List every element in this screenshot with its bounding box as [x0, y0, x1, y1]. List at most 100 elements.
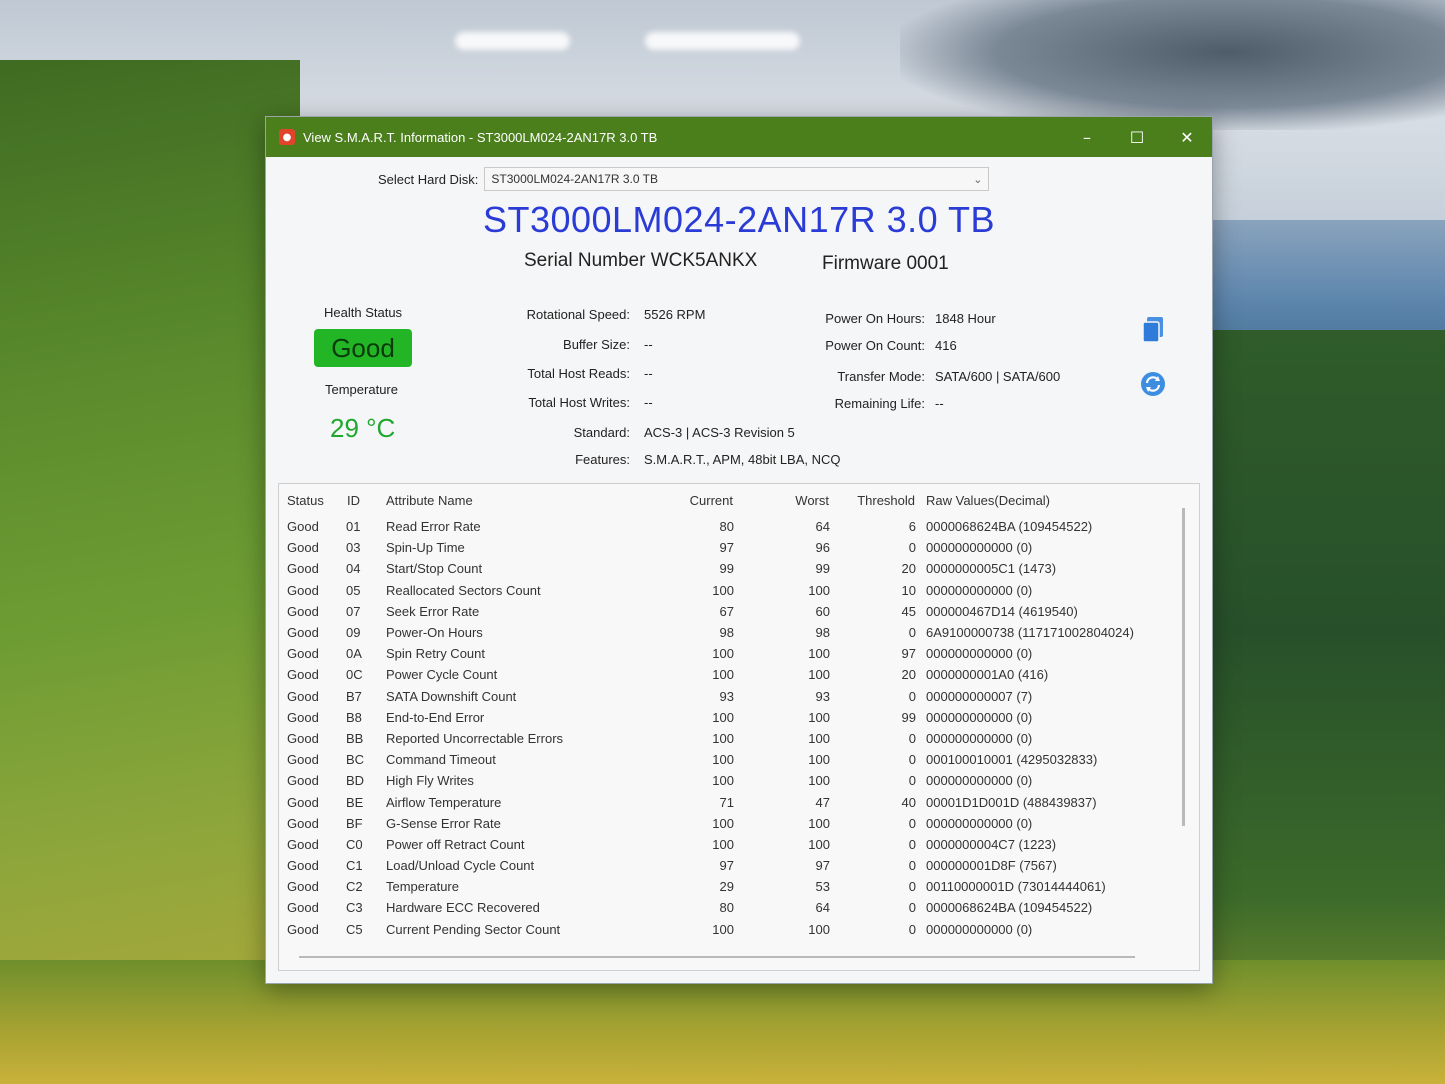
cell-id: 0A: [346, 646, 362, 662]
table-row[interactable]: Good 09 Power-On Hours 98 98 0 6A9100000738 (1…: [279, 622, 1134, 643]
cell-id: B8: [346, 709, 362, 725]
power-on-count-label: Power On Count:: [825, 338, 925, 353]
table-row[interactable]: Good 07 Seek Error Rate 67 60 45 000000467D14 …: [279, 601, 1134, 622]
horizontal-scrollbar[interactable]: [299, 956, 1135, 958]
table-row[interactable]: Good BB Reported Uncorrectable Errors 100 10…: [279, 728, 1134, 749]
cell-worst: 100: [808, 752, 830, 768]
cell-current: 93: [719, 688, 734, 704]
chevron-down-icon: ⌄: [973, 173, 983, 186]
cell-current: 100: [712, 582, 734, 598]
cell-id: BB: [346, 730, 364, 746]
table-row[interactable]: Good BE Airflow Temperature 71 47 40 00001D1D0…: [279, 791, 1134, 812]
total-host-reads-label: Total Host Reads:: [527, 366, 630, 381]
table-row[interactable]: Good 04 Start/Stop Count 99 99 20 0000000005C1…: [279, 558, 1134, 579]
cell-status: Good: [287, 625, 319, 641]
cell-worst: 60: [815, 603, 830, 619]
maximize-button[interactable]: ☐: [1112, 117, 1162, 157]
serial-number: Serial Number WCK5ANKX: [524, 250, 758, 271]
cell-status: Good: [287, 646, 319, 662]
refresh-icon[interactable]: [1139, 369, 1167, 399]
health-status-label: Health Status: [324, 305, 403, 320]
cell-threshold: 20: [901, 561, 916, 577]
smart-attributes-table[interactable]: Status ID Attribute Name Current Worst T…: [278, 483, 1200, 971]
features-value: S.M.A.R.T., APM, 48bit LBA, NCQ: [644, 452, 841, 467]
cell-raw-value: 00110000001D (73014444061): [926, 879, 1106, 895]
rotational-speed-label: Rotational Speed:: [526, 307, 630, 322]
cell-status: Good: [287, 667, 319, 683]
drive-model-title: ST3000LM024-2AN17R 3.0 TB: [482, 199, 996, 240]
cell-attribute-name: Power off Retract Count: [386, 836, 525, 852]
remaining-life-row: Remaining Life: --: [796, 396, 944, 411]
cell-threshold: 40: [901, 794, 916, 810]
table-row[interactable]: Good BC Command Timeout 100 100 0 000100010001…: [279, 749, 1134, 770]
cell-threshold: 0: [908, 900, 916, 916]
column-header-attribute-name[interactable]: Attribute Name: [380, 484, 652, 516]
table-row[interactable]: Good C3 Hardware ECC Recovered 80 64 0 0000068…: [279, 897, 1134, 918]
cell-threshold: 10: [901, 582, 916, 598]
cell-attribute-name: Airflow Temperature: [386, 794, 502, 810]
power-on-count-row: Power On Count: 416: [796, 338, 957, 353]
column-header-status[interactable]: Status: [279, 484, 346, 516]
cell-threshold: 0: [908, 688, 916, 704]
cell-threshold: 0: [908, 773, 916, 789]
cell-id: BF: [346, 815, 363, 831]
cell-threshold: 45: [901, 603, 916, 619]
table-row[interactable]: Good C0 Power off Retract Count 100 100 0 0000…: [279, 834, 1134, 855]
minimize-button[interactable]: –: [1062, 117, 1112, 157]
cell-current: 100: [712, 921, 734, 937]
column-header-current[interactable]: Current: [652, 484, 734, 516]
column-header-id[interactable]: ID: [346, 484, 380, 516]
cell-attribute-name: Power-On Hours: [386, 625, 483, 641]
power-on-hours-label: Power On Hours:: [825, 311, 925, 326]
cell-worst: 47: [815, 794, 830, 810]
cell-current: 99: [719, 561, 734, 577]
cell-worst: 98: [815, 625, 830, 641]
temperature-label: Temperature: [325, 382, 398, 397]
cell-raw-value: 000000000007 (7): [926, 688, 1033, 704]
cell-id: BD: [346, 773, 365, 789]
column-header-threshold[interactable]: Threshold: [830, 484, 916, 516]
table-row[interactable]: Good 05 Reallocated Sectors Count 100 100 10 0…: [279, 580, 1134, 601]
cell-attribute-name: Seek Error Rate: [386, 603, 480, 619]
cell-id: C2: [346, 879, 363, 895]
table-row[interactable]: Good BF G-Sense Error Rate 100 100 0 000000000…: [279, 813, 1134, 834]
transfer-mode-value: SATA/600 | SATA/600: [935, 369, 1061, 384]
column-header-worst[interactable]: Worst: [734, 484, 830, 516]
cell-id: C3: [346, 900, 363, 916]
table-row[interactable]: Good C5 Current Pending Sector Count 100 100…: [279, 919, 1134, 940]
table-row[interactable]: Good BD High Fly Writes 100 100 0 000000000000…: [279, 770, 1134, 791]
table-row[interactable]: Good 0C Power Cycle Count 100 100 20 000000000…: [279, 664, 1134, 685]
cell-id: 05: [346, 582, 361, 598]
cell-attribute-name: Load/Unload Cycle Count: [386, 858, 535, 874]
disk-select-dropdown[interactable]: ST3000LM024-2AN17R 3.0 TB ⌄: [484, 167, 990, 191]
table-row[interactable]: Good C2 Temperature 29 53 0 00110000001D (7301…: [279, 876, 1134, 897]
table-row[interactable]: Good B8 End-to-End Error 100 100 99 0000000000…: [279, 707, 1134, 728]
cell-raw-value: 000000000000 (0): [926, 709, 1033, 725]
copy-icon[interactable]: [1139, 315, 1167, 345]
cell-attribute-name: Reallocated Sectors Count: [386, 582, 541, 598]
cell-raw-value: 000000000000 (0): [926, 773, 1033, 789]
cell-attribute-name: Power Cycle Count: [386, 667, 498, 683]
cell-worst: 96: [815, 540, 830, 556]
cell-worst: 100: [808, 646, 830, 662]
title-bar[interactable]: ● View S.M.A.R.T. Information - ST3000LM…: [266, 117, 1212, 157]
table-row[interactable]: Good C1 Load/Unload Cycle Count 97 97 0 000000…: [279, 855, 1134, 876]
cell-raw-value: 0000068624BA (109454522): [926, 900, 1093, 916]
standard-label: Standard:: [573, 425, 630, 440]
total-host-writes-value: --: [644, 395, 653, 410]
close-button[interactable]: ✕: [1162, 117, 1212, 157]
column-header-raw-values[interactable]: Raw Values(Decimal): [916, 484, 1134, 516]
table-row[interactable]: Good 0A Spin Retry Count 100 100 97 0000000000…: [279, 643, 1134, 664]
table-row[interactable]: Good 01 Read Error Rate 80 64 6 0000068624BA (…: [279, 516, 1134, 537]
power-on-count-value: 416: [935, 338, 957, 353]
cell-raw-value: 0000068624BA (109454522): [926, 519, 1093, 535]
cell-worst: 100: [808, 773, 830, 789]
table-row[interactable]: Good 03 Spin-Up Time 97 96 0 000000000000 (0): [279, 537, 1134, 558]
cell-current: 67: [719, 603, 734, 619]
table-row[interactable]: Good B7 SATA Downshift Count 93 93 0 000000000…: [279, 686, 1134, 707]
cell-raw-value: 00001D1D001D (488439837): [926, 794, 1097, 810]
cell-current: 100: [712, 667, 734, 683]
vertical-scrollbar[interactable]: [1182, 508, 1185, 826]
cell-raw-value: 0000000004C7 (1223): [926, 836, 1057, 852]
ceiling-light-reflection: [455, 32, 570, 50]
